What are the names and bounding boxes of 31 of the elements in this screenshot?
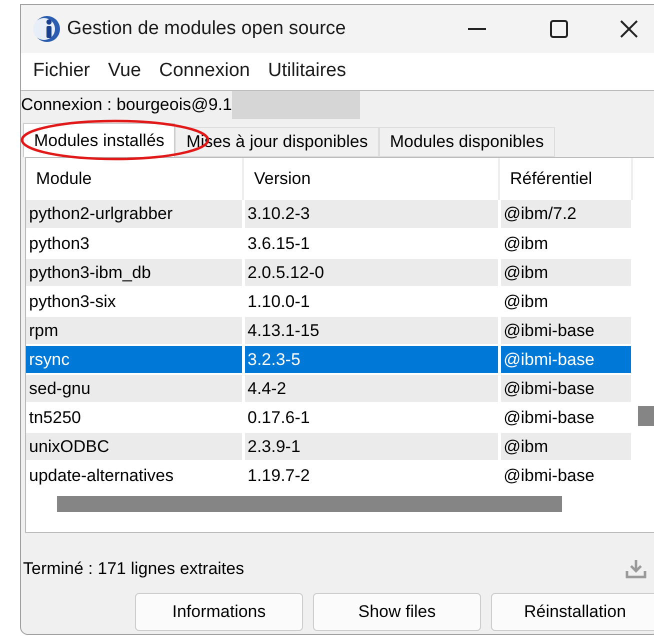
tab[interactable]: Modules installés xyxy=(23,123,176,157)
download-icon[interactable] xyxy=(625,559,647,579)
table-row[interactable]: sed-gnu 4.4-2 @ibmi-base xyxy=(26,374,632,403)
column-header[interactable]: Module xyxy=(26,158,243,200)
table-row[interactable]: rpm 4.13.1-15 @ibmi-base xyxy=(26,316,632,345)
connection-label: Connexion : bourgeois@9.1 xyxy=(21,94,232,116)
menu-item[interactable]: Vue xyxy=(100,57,150,86)
tab[interactable]: Modules disponibles xyxy=(378,127,555,157)
table-row[interactable]: python3-ibm_db 2.0.5.12-0 @ibm xyxy=(26,258,632,287)
maximize-icon xyxy=(550,20,568,38)
horizontal-scrollbar-thumb[interactable] xyxy=(57,496,562,512)
menu-item[interactable]: Utilitaires xyxy=(260,57,354,86)
table-cell: @ibmi-base xyxy=(499,461,632,490)
close-icon xyxy=(620,20,638,38)
table-row[interactable]: rsync 3.2.3-5 @ibmi-base xyxy=(26,345,632,374)
table-cell: update-alternatives xyxy=(26,461,243,490)
action-button[interactable]: Show files xyxy=(313,593,481,631)
column-header[interactable]: Référentiel xyxy=(499,158,632,200)
table-row[interactable]: unixODBC 2.3.9-1 @ibm xyxy=(26,432,632,461)
action-button[interactable]: Réinstallation xyxy=(491,593,654,631)
menu-item[interactable]: Connexion xyxy=(151,57,258,86)
column-header[interactable]: Version xyxy=(243,158,499,200)
status-text: Terminé : 171 lignes extraites xyxy=(23,558,244,580)
action-button[interactable]: Informations xyxy=(135,593,303,631)
table-row[interactable]: python2-urlgrabber 3.10.2-3 @ibm/7.2 xyxy=(26,200,632,229)
menu-item[interactable]: Fichier xyxy=(25,57,98,86)
window-title: Gestion de modules open source xyxy=(67,16,346,41)
vertical-scrollbar-thumb[interactable] xyxy=(638,406,654,426)
minimize-icon xyxy=(468,28,486,30)
app-logo-icon xyxy=(33,15,61,43)
table-cell: 1.19.7-2 xyxy=(243,461,499,490)
